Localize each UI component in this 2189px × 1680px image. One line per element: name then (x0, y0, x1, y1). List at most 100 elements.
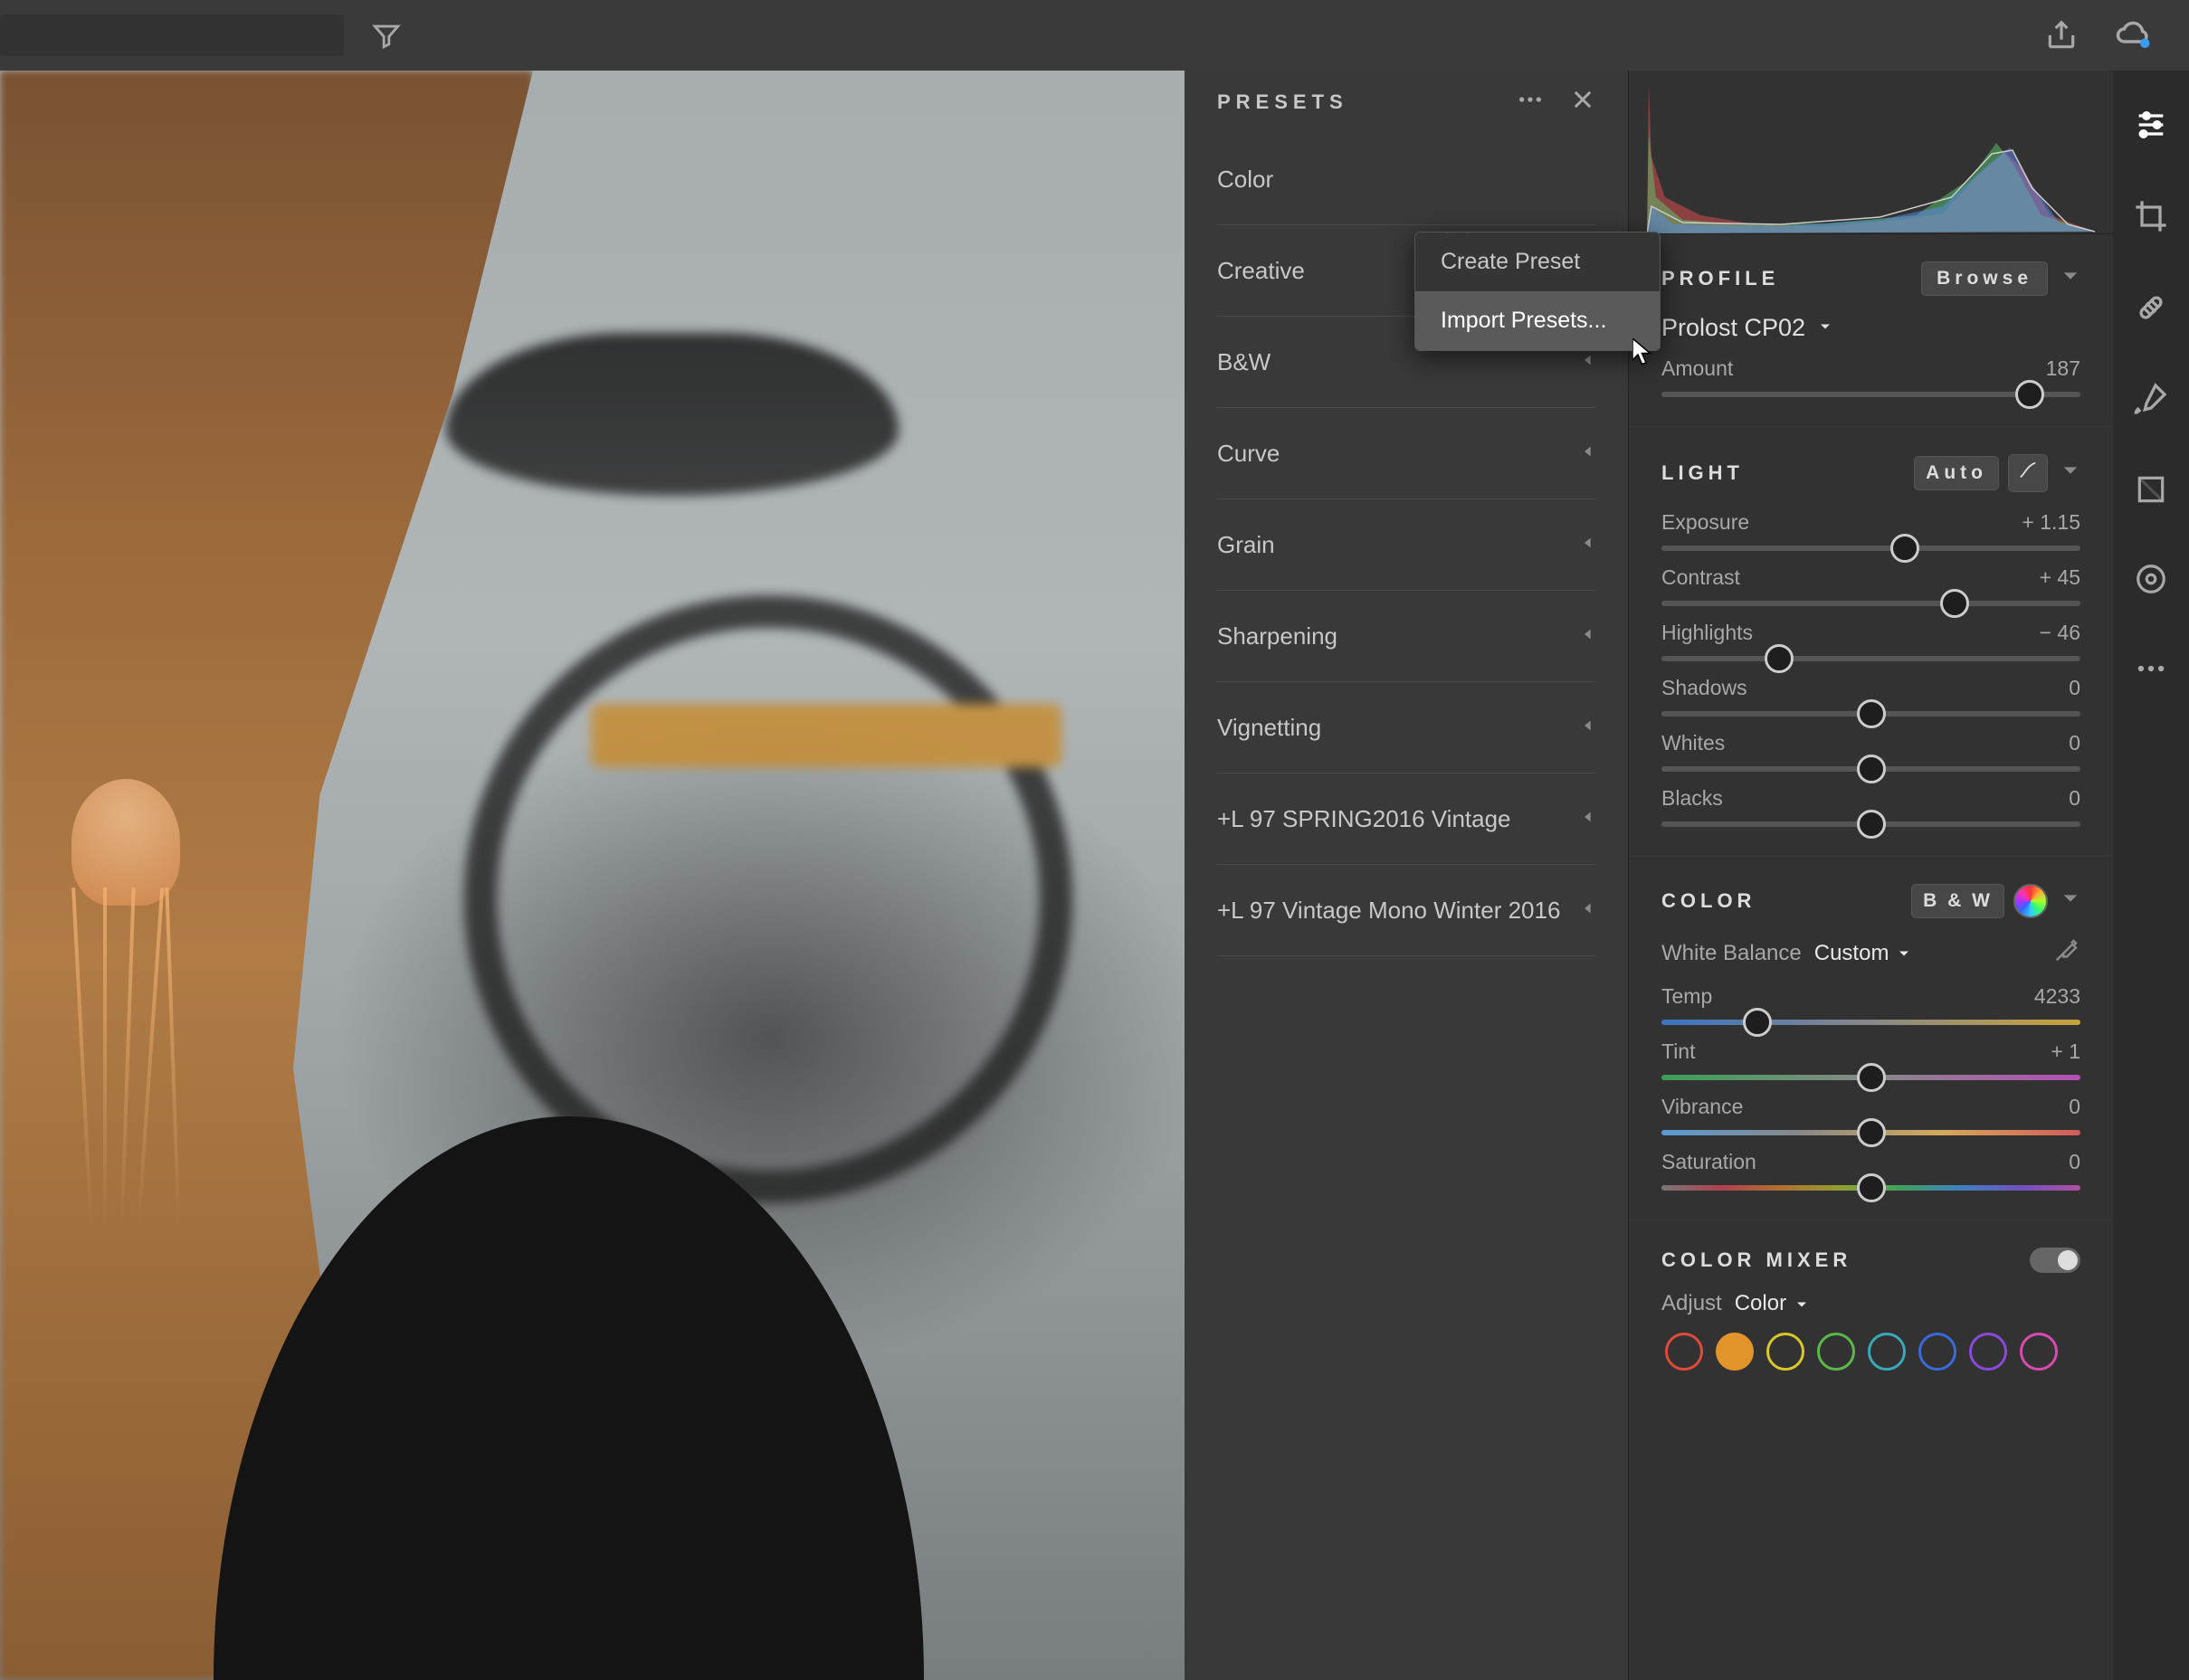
menu-item-import-presets[interactable]: Import Presets... (1415, 291, 1660, 350)
amount-label: Amount (1661, 356, 1733, 381)
preset-group-label: +L 97 Vintage Mono Winter 2016 (1217, 897, 1560, 925)
healing-icon[interactable] (2133, 289, 2169, 332)
share-icon[interactable] (2044, 18, 2079, 52)
contrast-value: + 45 (2040, 565, 2080, 590)
preset-group-vignetting[interactable]: Vignetting (1217, 682, 1595, 774)
contrast-label: Contrast (1661, 565, 1740, 590)
mixer-adjust-selector[interactable]: Color (1735, 1291, 1811, 1316)
preset-group-sharpening[interactable]: Sharpening (1217, 591, 1595, 682)
presets-close-icon[interactable] (1570, 87, 1595, 118)
preset-group-label: Curve (1217, 440, 1280, 468)
profile-selector[interactable]: Prolost CP02 (1661, 314, 2080, 342)
blacks-slider[interactable]: Blacks0 (1661, 786, 2080, 827)
preset-group-curve[interactable]: Curve (1217, 408, 1595, 499)
cursor-icon (1632, 338, 1654, 372)
presets-heading: PRESETS (1217, 90, 1348, 114)
crop-icon[interactable] (2133, 198, 2169, 241)
color-mixer-heading: COLOR MIXER (1661, 1248, 1851, 1272)
hue-dot-3[interactable] (1817, 1333, 1855, 1371)
linear-gradient-icon[interactable] (2134, 472, 2168, 513)
vibrance-slider[interactable]: Vibrance0 (1661, 1095, 2080, 1135)
triangle-left-icon (1581, 444, 1595, 463)
contrast-slider[interactable]: Contrast + 45 (1661, 565, 2080, 606)
highlights-label: Highlights (1661, 621, 1753, 645)
histogram[interactable] (1629, 71, 2113, 234)
temp-slider[interactable]: Temp4233 (1661, 984, 2080, 1025)
saturation-label: Saturation (1661, 1150, 1756, 1174)
profile-browse-button[interactable]: Browse (1921, 261, 2048, 296)
more-tools-icon[interactable] (2134, 651, 2168, 692)
whites-slider[interactable]: Whites 0 (1661, 731, 2080, 772)
preset-group-grain[interactable]: Grain (1217, 499, 1595, 591)
edit-sliders-icon[interactable] (2133, 107, 2169, 149)
exposure-slider[interactable]: Exposure+ 1.15 (1661, 510, 2080, 551)
profile-name-label: Prolost CP02 (1661, 314, 1805, 342)
shadows-slider[interactable]: Shadows 0 (1661, 676, 2080, 717)
color-collapse-icon[interactable] (2061, 888, 2080, 914)
image-viewport[interactable] (0, 71, 1185, 1680)
shadows-label: Shadows (1661, 676, 1747, 700)
radial-gradient-icon[interactable] (2134, 562, 2168, 603)
profile-section: PROFILE Browse Prolost CP02 Amount (1629, 234, 2113, 427)
presets-panel: PRESETS ColorCreativeB&WCurveGrainSharpe… (1185, 71, 1628, 1680)
shadows-value: 0 (2069, 676, 2080, 700)
hue-selector-row (1661, 1333, 2080, 1371)
amount-value: 187 (2046, 356, 2080, 381)
color-mixer-button[interactable] (2013, 884, 2048, 918)
saturation-value: 0 (2069, 1150, 2080, 1174)
preset-group-label: Color (1217, 166, 1273, 194)
triangle-left-icon (1581, 810, 1595, 829)
cloud-sync-icon[interactable] (2115, 16, 2153, 54)
profile-heading: PROFILE (1661, 267, 1779, 290)
preset-group-label: Vignetting (1217, 714, 1321, 742)
mixer-adjust-label: Adjust (1661, 1291, 1722, 1316)
white-balance-selector[interactable]: Custom (1814, 941, 1913, 966)
chevron-down-icon (1816, 314, 1834, 342)
search-input[interactable] (0, 14, 344, 56)
exposure-value: + 1.15 (2022, 510, 2080, 535)
hue-dot-4[interactable] (1868, 1333, 1906, 1371)
color-mixer-section: COLOR MIXER Adjust Color (1629, 1220, 2113, 1380)
hue-dot-1[interactable] (1716, 1333, 1754, 1371)
saturation-slider[interactable]: Saturation 0 (1661, 1150, 2080, 1191)
color-mixer-toggle[interactable] (2030, 1248, 2080, 1273)
light-section: LIGHT Auto Exposure+ 1.15Contrast+ 45Hig… (1629, 427, 2113, 857)
preset-group-label: Grain (1217, 531, 1275, 559)
preset-group--l-97-vintage-mono-winter-2016[interactable]: +L 97 Vintage Mono Winter 2016 (1217, 865, 1595, 956)
presets-context-menu: Create Preset Import Presets... (1414, 232, 1661, 351)
color-heading: COLOR (1661, 889, 1756, 913)
whites-label: Whites (1661, 731, 1725, 755)
preset-group-label: Creative (1217, 257, 1305, 285)
eyedropper-icon[interactable] (2053, 936, 2080, 970)
hue-dot-0[interactable] (1665, 1333, 1703, 1371)
whites-value: 0 (2069, 731, 2080, 755)
temp-value: 4233 (2034, 984, 2080, 1009)
light-auto-button[interactable]: Auto (1914, 456, 1999, 490)
white-balance-label: White Balance (1661, 941, 1802, 966)
tone-curve-button[interactable] (2008, 454, 2048, 492)
color-section: COLOR B & W White Balance Custom (1629, 857, 2113, 1220)
tint-slider[interactable]: Tint+ 1 (1661, 1039, 2080, 1080)
filter-icon[interactable] (371, 20, 402, 51)
white-balance-value: Custom (1814, 941, 1889, 965)
preset-group--l-97-spring2016-vintage[interactable]: +L 97 SPRING2016 Vintage (1217, 774, 1595, 865)
top-toolbar (0, 0, 2189, 71)
profile-amount-slider[interactable]: Amount 187 (1661, 356, 2080, 397)
tool-rail (2113, 71, 2189, 1680)
preset-group-color[interactable]: Color (1217, 134, 1595, 225)
blacks-label: Blacks (1661, 786, 1723, 811)
presets-more-icon[interactable] (1516, 85, 1545, 119)
vibrance-label: Vibrance (1661, 1095, 1743, 1119)
profile-collapse-icon[interactable] (2061, 266, 2080, 291)
hue-dot-5[interactable] (1918, 1333, 1956, 1371)
triangle-left-icon (1581, 718, 1595, 737)
bw-button[interactable]: B & W (1911, 884, 2004, 918)
hue-dot-7[interactable] (2020, 1333, 2058, 1371)
hue-dot-2[interactable] (1766, 1333, 1804, 1371)
brush-icon[interactable] (2133, 381, 2169, 423)
hue-dot-6[interactable] (1969, 1333, 2007, 1371)
highlights-slider[interactable]: Highlights− 46 (1661, 621, 2080, 661)
menu-item-create-preset[interactable]: Create Preset (1415, 233, 1660, 291)
light-collapse-icon[interactable] (2061, 460, 2080, 486)
preset-group-label: +L 97 SPRING2016 Vintage (1217, 805, 1511, 833)
